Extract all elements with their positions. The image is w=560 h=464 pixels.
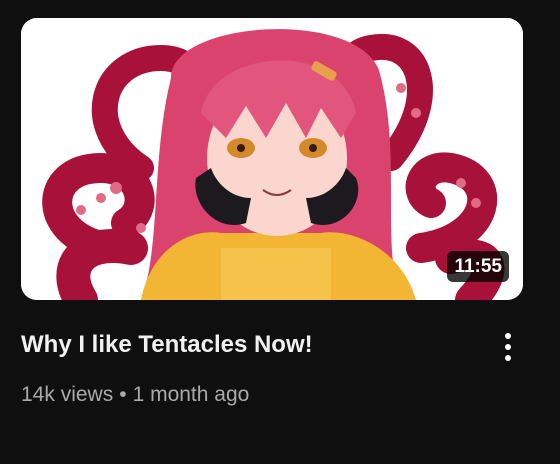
video-title[interactable]: Why I like Tentacles Now! (21, 330, 461, 360)
upload-age: 1 month ago (132, 383, 250, 406)
video-duration-badge: 11:55 (447, 251, 509, 282)
menu-dot (505, 333, 511, 339)
menu-dot (505, 355, 511, 361)
video-metadata: 14k views • 1 month ago (21, 381, 249, 409)
video-thumbnail[interactable]: 11:55 (21, 18, 523, 300)
menu-dot (505, 344, 511, 350)
more-vert-icon[interactable] (492, 326, 524, 368)
meta-separator: • (119, 383, 127, 406)
video-card: 11:55 Why I like Tentacles Now! 14k view… (0, 0, 560, 464)
view-count: 14k views (21, 383, 114, 406)
